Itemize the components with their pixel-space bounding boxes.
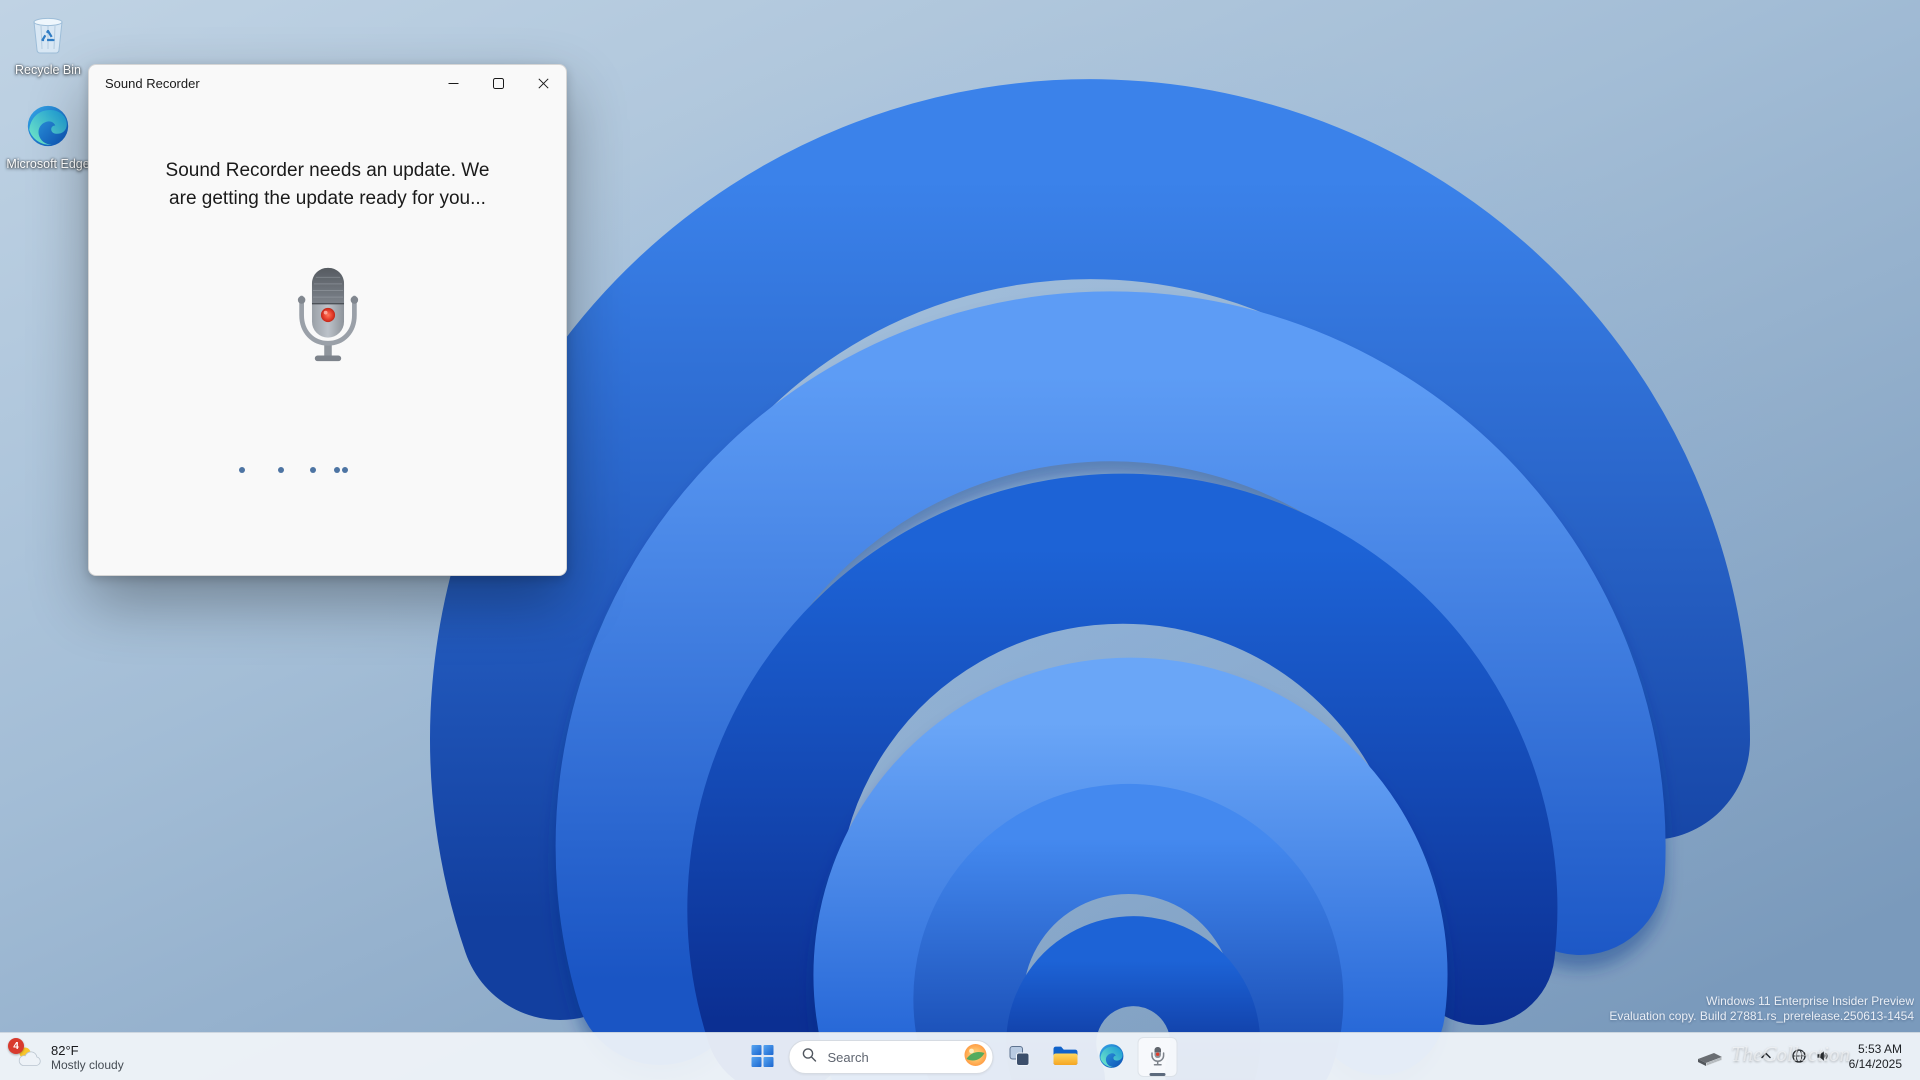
clock-button[interactable]: 5:53 AM 6/14/2025 <box>1841 1037 1910 1077</box>
desktop-icon-recycle-bin[interactable]: Recycle Bin <box>6 10 90 77</box>
widgets-weather-button[interactable]: 4 82°F Mostly cloudy <box>6 1037 134 1077</box>
weather-temperature: 82°F <box>51 1043 124 1058</box>
task-view-icon <box>1009 1045 1031 1070</box>
desktop-icon-label: Recycle Bin <box>15 63 81 77</box>
weather-condition: Mostly cloudy <box>51 1058 124 1072</box>
microphone-icon <box>1146 1044 1170 1071</box>
sound-recorder-window: Sound Recorder <box>88 64 567 576</box>
folder-icon <box>1053 1045 1079 1070</box>
minimize-icon <box>448 78 459 89</box>
taskbar-search-box[interactable] <box>789 1040 994 1074</box>
build-watermark-line1: Windows 11 Enterprise Insider Preview <box>1609 994 1914 1009</box>
notification-badge: 4 <box>8 1038 24 1054</box>
build-watermark-line2: Evaluation copy. Build 27881.rs_prerelea… <box>1609 1009 1914 1024</box>
taskbar: 4 82°F Mostly cloudy <box>0 1032 1920 1080</box>
file-explorer-button[interactable] <box>1046 1037 1086 1077</box>
magnifier-icon <box>802 1047 818 1068</box>
taskbar-center <box>743 1037 1178 1077</box>
taskbar-search-input[interactable] <box>826 1049 956 1066</box>
desktop-icon-microsoft-edge[interactable]: Microsoft Edge <box>6 104 90 171</box>
desktop-icon-label: Microsoft Edge <box>6 157 89 171</box>
clock-time: 5:53 AM <box>1849 1042 1902 1057</box>
weather-text: 82°F Mostly cloudy <box>51 1043 124 1072</box>
edge-button[interactable] <box>1092 1037 1132 1077</box>
maximize-button[interactable] <box>476 65 521 101</box>
build-watermark: Windows 11 Enterprise Insider Preview Ev… <box>1609 994 1914 1024</box>
start-button[interactable] <box>743 1037 783 1077</box>
window-titlebar[interactable]: Sound Recorder <box>89 65 566 101</box>
window-title: Sound Recorder <box>105 76 200 91</box>
window-controls <box>431 65 566 101</box>
update-message: Sound Recorder needs an update. We are g… <box>89 157 566 213</box>
search-highlights-icon[interactable] <box>964 1043 988 1072</box>
recycle-bin-icon <box>26 10 70 59</box>
hidden-icons-button[interactable] <box>1751 1037 1781 1077</box>
edge-swirl-icon <box>1099 1043 1125 1072</box>
maximize-icon <box>493 78 504 89</box>
speaker-icon <box>1815 1048 1831 1067</box>
taskbar-clock: 5:53 AM 6/14/2025 <box>1849 1042 1902 1072</box>
clock-date: 6/14/2025 <box>1849 1057 1902 1072</box>
edge-swirl-icon <box>26 104 70 153</box>
microphone-icon <box>294 266 362 369</box>
close-icon <box>538 78 549 89</box>
windows-logo-icon <box>752 1045 774 1070</box>
close-button[interactable] <box>521 65 566 101</box>
minimize-button[interactable] <box>431 65 476 101</box>
windows-desktop: Recycle Bin Microsoft Edge Windows 11 En… <box>0 0 1920 1080</box>
task-view-button[interactable] <box>1000 1037 1040 1077</box>
window-body: Sound Recorder needs an update. We are g… <box>89 101 566 576</box>
system-tray: 5:53 AM 6/14/2025 <box>1751 1037 1916 1077</box>
network-volume-button[interactable] <box>1783 1037 1839 1077</box>
sun-behind-cloud-icon: 4 <box>16 1044 42 1070</box>
chevron-up-icon <box>1759 1049 1773 1066</box>
network-globe-icon <box>1791 1048 1807 1067</box>
loading-dots-progress <box>239 467 349 473</box>
sound-recorder-taskbar-button[interactable] <box>1138 1037 1178 1077</box>
